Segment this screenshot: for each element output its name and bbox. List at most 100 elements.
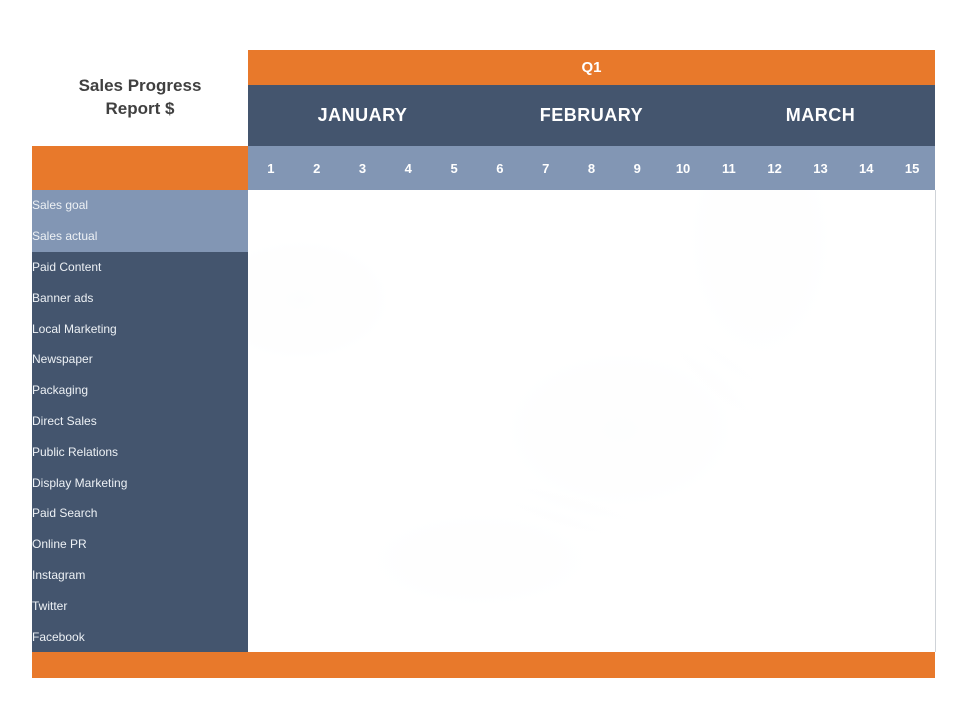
data-cell[interactable] bbox=[797, 467, 844, 498]
data-cell[interactable] bbox=[248, 282, 294, 314]
data-cell[interactable] bbox=[843, 528, 890, 560]
data-cell[interactable] bbox=[705, 313, 752, 344]
data-cell[interactable] bbox=[751, 436, 798, 468]
data-cell[interactable] bbox=[843, 220, 890, 252]
data-cell[interactable] bbox=[248, 436, 294, 468]
data-cell[interactable] bbox=[385, 405, 432, 437]
data-cell[interactable] bbox=[339, 436, 386, 468]
data-cell[interactable] bbox=[751, 559, 798, 591]
data-cell[interactable] bbox=[339, 282, 386, 314]
data-cell[interactable] bbox=[248, 405, 294, 437]
data-cell[interactable] bbox=[660, 559, 706, 591]
data-cell[interactable] bbox=[660, 251, 706, 283]
data-cell[interactable] bbox=[751, 251, 798, 283]
data-cell[interactable] bbox=[614, 590, 661, 622]
data-cell[interactable] bbox=[705, 343, 752, 375]
data-cell[interactable] bbox=[568, 467, 615, 498]
data-cell[interactable] bbox=[751, 590, 798, 622]
data-cell[interactable] bbox=[889, 467, 936, 498]
data-cell[interactable] bbox=[568, 528, 615, 560]
data-cell[interactable] bbox=[660, 313, 706, 344]
data-cell[interactable] bbox=[522, 559, 569, 591]
data-cell[interactable] bbox=[889, 374, 936, 406]
data-cell[interactable] bbox=[248, 559, 294, 591]
data-cell[interactable] bbox=[431, 343, 477, 375]
data-cell[interactable] bbox=[797, 374, 844, 406]
data-cell[interactable] bbox=[476, 251, 523, 283]
data-cell[interactable] bbox=[385, 559, 432, 591]
data-cell[interactable] bbox=[751, 528, 798, 560]
data-cell[interactable] bbox=[476, 405, 523, 437]
data-cell[interactable] bbox=[293, 190, 340, 221]
data-cell[interactable] bbox=[705, 282, 752, 314]
data-cell[interactable] bbox=[431, 528, 477, 560]
data-cell[interactable] bbox=[843, 590, 890, 622]
data-cell[interactable] bbox=[797, 528, 844, 560]
data-cell[interactable] bbox=[568, 343, 615, 375]
data-cell[interactable] bbox=[293, 313, 340, 344]
data-cell[interactable] bbox=[889, 590, 936, 622]
data-cell[interactable] bbox=[751, 497, 798, 529]
data-cell[interactable] bbox=[797, 590, 844, 622]
data-cell[interactable] bbox=[476, 528, 523, 560]
data-cell[interactable] bbox=[385, 343, 432, 375]
data-cell[interactable] bbox=[339, 497, 386, 529]
data-cell[interactable] bbox=[843, 621, 890, 652]
data-cell[interactable] bbox=[476, 436, 523, 468]
data-cell[interactable] bbox=[476, 190, 523, 221]
data-cell[interactable] bbox=[385, 313, 432, 344]
data-cell[interactable] bbox=[431, 374, 477, 406]
data-cell[interactable] bbox=[797, 190, 844, 221]
data-cell[interactable] bbox=[476, 313, 523, 344]
data-cell[interactable] bbox=[705, 405, 752, 437]
data-cell[interactable] bbox=[522, 190, 569, 221]
data-cell[interactable] bbox=[797, 313, 844, 344]
data-cell[interactable] bbox=[751, 220, 798, 252]
data-cell[interactable] bbox=[660, 343, 706, 375]
data-cell[interactable] bbox=[751, 405, 798, 437]
data-cell[interactable] bbox=[660, 374, 706, 406]
data-cell[interactable] bbox=[843, 467, 890, 498]
data-cell[interactable] bbox=[248, 590, 294, 622]
data-cell[interactable] bbox=[385, 467, 432, 498]
data-cell[interactable] bbox=[797, 405, 844, 437]
data-cell[interactable] bbox=[339, 251, 386, 283]
data-cell[interactable] bbox=[568, 497, 615, 529]
data-cell[interactable] bbox=[568, 251, 615, 283]
data-cell[interactable] bbox=[797, 343, 844, 375]
data-cell[interactable] bbox=[843, 436, 890, 468]
data-cell[interactable] bbox=[476, 559, 523, 591]
data-cell[interactable] bbox=[889, 190, 936, 221]
data-cell[interactable] bbox=[889, 528, 936, 560]
data-cell[interactable] bbox=[568, 436, 615, 468]
data-cell[interactable] bbox=[476, 282, 523, 314]
data-cell[interactable] bbox=[568, 190, 615, 221]
data-cell[interactable] bbox=[476, 621, 523, 652]
data-cell[interactable] bbox=[614, 374, 661, 406]
data-cell[interactable] bbox=[614, 528, 661, 560]
data-cell[interactable] bbox=[339, 405, 386, 437]
data-cell[interactable] bbox=[431, 497, 477, 529]
data-cell[interactable] bbox=[705, 220, 752, 252]
data-cell[interactable] bbox=[568, 405, 615, 437]
data-cell[interactable] bbox=[339, 621, 386, 652]
data-cell[interactable] bbox=[889, 251, 936, 283]
data-cell[interactable] bbox=[293, 467, 340, 498]
data-cell[interactable] bbox=[614, 220, 661, 252]
data-cell[interactable] bbox=[248, 313, 294, 344]
data-cell[interactable] bbox=[385, 621, 432, 652]
data-cell[interactable] bbox=[614, 436, 661, 468]
data-cell[interactable] bbox=[385, 220, 432, 252]
data-cell[interactable] bbox=[522, 467, 569, 498]
data-cell[interactable] bbox=[660, 436, 706, 468]
data-cell[interactable] bbox=[614, 467, 661, 498]
data-cell[interactable] bbox=[660, 497, 706, 529]
data-cell[interactable] bbox=[522, 590, 569, 622]
data-cell[interactable] bbox=[522, 374, 569, 406]
data-cell[interactable] bbox=[751, 374, 798, 406]
data-cell[interactable] bbox=[522, 528, 569, 560]
data-cell[interactable] bbox=[431, 590, 477, 622]
data-cell[interactable] bbox=[522, 405, 569, 437]
data-cell[interactable] bbox=[889, 621, 936, 652]
data-cell[interactable] bbox=[385, 497, 432, 529]
